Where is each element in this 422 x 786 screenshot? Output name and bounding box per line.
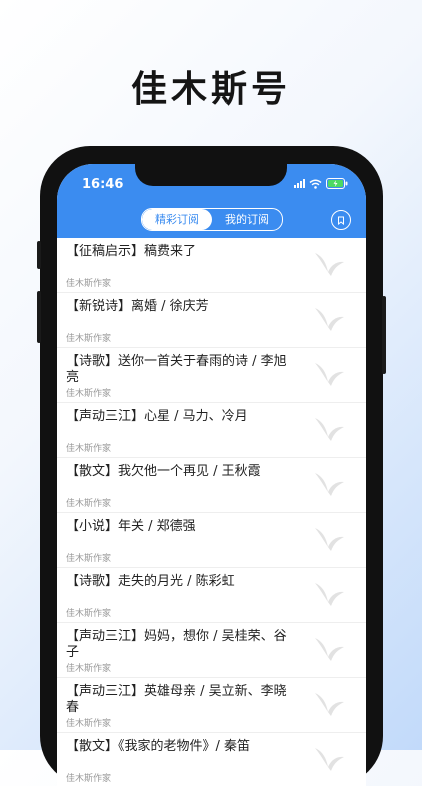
list-item[interactable]: 【小说】年关 / 郑德强 佳木斯作家 — [57, 513, 366, 568]
article-title: 【散文】我欠他一个再见 / 王秋霞 — [66, 464, 261, 479]
bird-logo-icon — [315, 308, 344, 331]
article-title: 【新锐诗】离婚 / 徐庆芳 — [66, 299, 209, 314]
subscription-tabs: 精彩订阅 我的订阅 — [141, 208, 283, 231]
article-author: 佳木斯作家 — [66, 334, 112, 344]
article-title: 【诗歌】走失的月光 / 陈彩虹 — [66, 574, 235, 589]
article-title: 【声动三江】英雄母亲 / 吴立新、李晓春 — [66, 684, 287, 715]
list-item[interactable]: 【诗歌】走失的月光 / 陈彩虹 佳木斯作家 — [57, 568, 366, 623]
article-title: 【声动三江】心星 / 马力、冷月 — [66, 409, 248, 424]
article-author: 佳木斯作家 — [66, 389, 112, 399]
bird-logo-icon — [315, 253, 344, 276]
article-author: 佳木斯作家 — [66, 279, 112, 289]
promo-title: 佳木斯号 — [130, 69, 291, 110]
list-item[interactable]: 【新锐诗】离婚 / 徐庆芳 佳木斯作家 — [57, 293, 366, 348]
wifi-icon — [309, 179, 322, 189]
article-feed: 【征稿启示】稿费来了 佳木斯作家 【新锐诗】离婚 / 徐庆芳 佳木斯作家 【诗歌… — [57, 238, 366, 786]
article-author: 佳木斯作家 — [66, 499, 112, 509]
list-item[interactable]: 【散文】《我家的老物件》/ 秦笛 佳木斯作家 — [57, 733, 366, 786]
phone-frame: 16:46 精彩订阅 我的订阅 【征稿启示】稿费来了 佳木斯作家 【新锐诗】离婚… — [37, 146, 386, 786]
mute-switch — [37, 241, 41, 269]
article-title: 【声动三江】妈妈，想你 / 吴桂荣、谷子 — [66, 629, 287, 660]
phone-screen: 16:46 精彩订阅 我的订阅 【征稿启示】稿费来了 佳木斯作家 【新锐诗】离婚… — [57, 164, 366, 786]
bird-logo-icon — [315, 363, 344, 386]
article-title: 【小说】年关 / 郑德强 — [66, 519, 196, 534]
bird-logo-icon — [315, 693, 344, 716]
list-item[interactable]: 【诗歌】送你一首关于春雨的诗 / 李旭亮 佳木斯作家 — [57, 348, 366, 403]
bird-logo-icon — [315, 418, 344, 441]
bookmark-icon — [338, 216, 344, 225]
article-title: 【诗歌】送你一首关于春雨的诗 / 李旭亮 — [66, 354, 287, 385]
bookmark-button[interactable] — [331, 210, 351, 230]
list-item[interactable]: 【散文】我欠他一个再见 / 王秋霞 佳木斯作家 — [57, 458, 366, 513]
article-author: 佳木斯作家 — [66, 664, 112, 674]
power-button — [382, 296, 386, 374]
battery-icon — [326, 178, 348, 189]
tab-featured[interactable]: 精彩订阅 — [142, 209, 212, 230]
article-author: 佳木斯作家 — [66, 609, 112, 619]
article-author: 佳木斯作家 — [66, 444, 112, 454]
list-item[interactable]: 【声动三江】妈妈，想你 / 吴桂荣、谷子 佳木斯作家 — [57, 623, 366, 678]
tab-my-subscriptions[interactable]: 我的订阅 — [212, 209, 282, 230]
list-item[interactable]: 【征稿启示】稿费来了 佳木斯作家 — [57, 238, 366, 293]
list-item[interactable]: 【声动三江】英雄母亲 / 吴立新、李晓春 佳木斯作家 — [57, 678, 366, 733]
notch — [135, 164, 287, 186]
article-title: 【散文】《我家的老物件》/ 秦笛 — [66, 739, 251, 754]
signal-icon — [294, 179, 305, 188]
article-title: 【征稿启示】稿费来了 — [66, 244, 197, 259]
bird-logo-icon — [315, 638, 344, 661]
bird-logo-icon — [315, 528, 344, 551]
article-author: 佳木斯作家 — [66, 554, 112, 564]
article-author: 佳木斯作家 — [66, 774, 112, 784]
bird-logo-icon — [315, 583, 344, 606]
status-time: 16:46 — [82, 177, 124, 192]
list-item[interactable]: 【声动三江】心星 / 马力、冷月 佳木斯作家 — [57, 403, 366, 458]
volume-button — [37, 291, 41, 343]
bird-logo-icon — [315, 473, 344, 496]
bird-logo-icon — [315, 748, 344, 771]
status-icons — [294, 178, 348, 189]
article-author: 佳木斯作家 — [66, 719, 112, 729]
